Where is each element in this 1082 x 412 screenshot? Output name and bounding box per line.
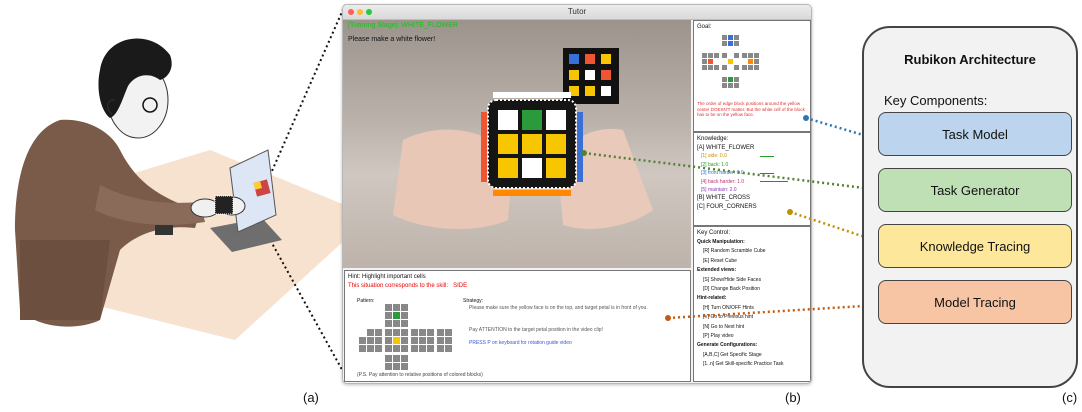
key-section-extended: Extended views:	[697, 267, 737, 274]
stage-label: [Tutoring Stage]: WHITE_FLOWER	[348, 22, 458, 29]
knowledge-item-5: [5] maintain: 2.0	[701, 187, 737, 194]
key-play-video[interactable]: [P] Play video	[697, 332, 784, 341]
key-practice-task[interactable]: [1..n] Get Skill-specific Practice Task	[697, 360, 784, 369]
camera-video-feed: [Tutoring Stage]: WHITE_FLOWER Please ma…	[343, 20, 691, 268]
user-illustration	[15, 4, 345, 376]
caption-b: (b)	[785, 390, 801, 405]
hint-panel: Hint: Highlight important cells This sit…	[344, 270, 691, 382]
key-toggle-hints[interactable]: [H] Turn ON/OFF Hints	[697, 304, 784, 313]
skill-name: SIDE	[453, 283, 468, 289]
key-control-heading: Key Control:	[697, 230, 731, 236]
situation-prefix: This situation corresponds to the skill:	[348, 283, 449, 289]
strategy-label: Strategy:	[463, 298, 484, 304]
hint-situation: This situation corresponds to the skill:…	[348, 282, 467, 290]
architecture-title: Rubikon Architecture	[904, 52, 1036, 67]
knowledge-item-1: [1] side: 0.0	[701, 153, 727, 160]
instruction-label: Please make a white flower!	[348, 36, 436, 43]
knowledge-heading: Knowledge:	[697, 136, 729, 142]
key-control-panel: Key Control: Quick Manipulation: [R] Ran…	[693, 226, 811, 382]
goal-diagram	[700, 35, 770, 95]
hint-footer: (P.S. Pay attention to relative position…	[357, 372, 483, 378]
key-reset-cube[interactable]: [E] Reset Cube	[697, 257, 784, 266]
tutor-window: Tutor [Tutoring Stage]: WHITE_FLOWER Ple…	[342, 4, 812, 384]
rotation-video-link[interactable]: PRESS P on keyboard for rotation guide v…	[469, 340, 572, 347]
task-model-box: Task Model	[878, 112, 1072, 156]
attention-text: Pay ATTENTION to the target petal positi…	[469, 327, 603, 333]
key-random-scramble[interactable]: [R] Random Scramble Cube	[697, 247, 784, 256]
virtual-back-face	[569, 54, 611, 96]
title-bar: Tutor	[343, 5, 811, 20]
key-section-hints: Hint-related:	[697, 295, 727, 302]
knowledge-item-a: [A] WHITE_FLOWER	[697, 145, 755, 151]
window-title: Tutor	[567, 7, 587, 16]
key-section-generate: Generate Configurations:	[697, 342, 758, 349]
mastery-bar-4	[760, 173, 774, 174]
goal-heading: Goal:	[697, 24, 712, 30]
physical-cube	[214, 195, 234, 215]
task-generator-box: Task Generator	[878, 168, 1072, 212]
goal-panel: Goal: The order of edge block positions …	[693, 20, 811, 132]
mastery-bar-5	[760, 181, 788, 182]
knowledge-item-3: [3] front harder: 0.0	[701, 170, 744, 177]
caption-c: (c)	[1062, 390, 1078, 405]
key-toggle-side-faces[interactable]: [S] Show/Hide Side Faces	[697, 276, 784, 285]
key-change-back-position[interactable]: [D] Change Back Position	[697, 285, 784, 294]
key-section-quick: Quick Manipulation:	[697, 239, 745, 245]
caption-a: (a)	[303, 390, 319, 405]
knowledge-tracing-box: Knowledge Tracing	[878, 224, 1072, 268]
architecture-subtitle: Key Components:	[884, 93, 988, 108]
key-previous-hint[interactable]: [V] Go to Previous hint	[697, 313, 784, 322]
goal-description: The order of edge block positions around…	[697, 101, 805, 117]
model-tracing-box: Model Tracing	[878, 280, 1072, 324]
knowledge-list: [A] WHITE_FLOWER [1] side: 0.0 [2] back:…	[697, 144, 757, 211]
hint-title: Hint: Highlight important cells	[348, 274, 426, 280]
knowledge-item-b: [B] WHITE_CROSS	[697, 195, 751, 202]
knowledge-panel: Knowledge: [A] WHITE_FLOWER [1] side: 0.…	[693, 132, 811, 226]
knowledge-item-4: [4] back harder: 1.0	[701, 178, 745, 185]
key-control-list: Quick Manipulation: [R] Random Scramble …	[697, 238, 784, 370]
key-next-hint[interactable]: [N] Go to Next hint	[697, 323, 784, 332]
pattern-diagram	[357, 304, 457, 374]
key-specific-stage[interactable]: [A,B,C] Get Specific Stage	[697, 351, 784, 360]
knowledge-item-c: [C] FOUR_CORNERS	[697, 203, 757, 210]
mastery-bar-2	[760, 156, 774, 157]
knowledge-item-2: [2] back: 1.0	[701, 161, 729, 168]
strategy-text: Please make sure the yellow face is on t…	[469, 305, 648, 311]
